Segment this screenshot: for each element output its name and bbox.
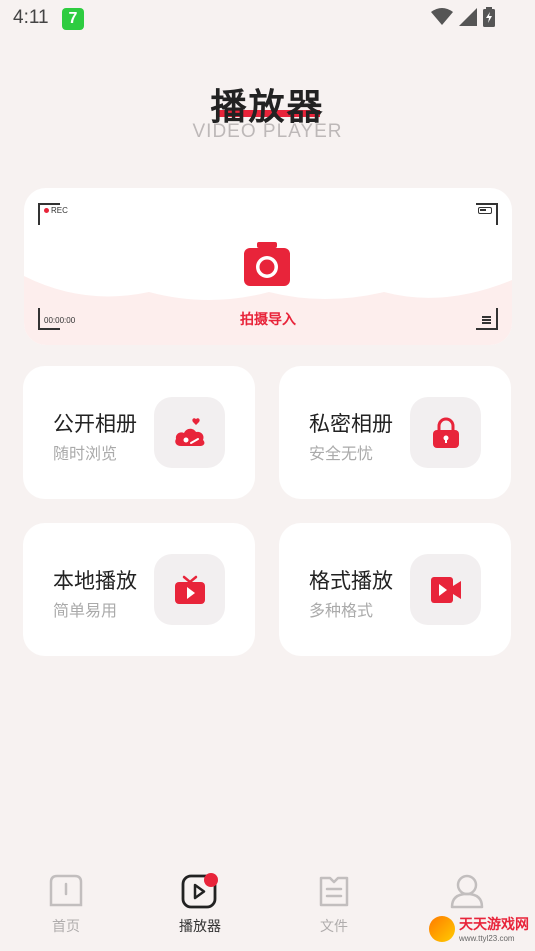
- feature-icon-box: [154, 397, 225, 468]
- watermark-logo-icon: [429, 915, 455, 942]
- watermark: 天天游戏网 www.ttyl23.com: [429, 914, 529, 943]
- feature-card-local-play[interactable]: 本地播放 简单易用: [23, 523, 255, 656]
- rec-dot-icon: [44, 208, 49, 213]
- feature-icon-box: [410, 554, 481, 625]
- player-icon: [181, 873, 218, 909]
- feature-icon-box: [410, 397, 481, 468]
- feature-card-public-album[interactable]: 公开相册 随时浏览: [23, 366, 255, 499]
- feature-subtitle: 安全无忧: [309, 444, 374, 463]
- wifi-icon: [431, 8, 453, 25]
- cloud-heart-icon: [174, 417, 204, 446]
- feature-title: 私密相册: [309, 412, 393, 436]
- notification-app-icon: 7: [62, 8, 84, 30]
- status-bar: 4:11 7: [0, 0, 535, 36]
- nav-item-profile[interactable]: [422, 872, 512, 916]
- feature-title: 格式播放: [309, 569, 393, 593]
- home-icon: [49, 874, 83, 907]
- watermark-url: www.ttyl23.com: [459, 934, 515, 943]
- video-camera-icon: [430, 576, 461, 603]
- nav-item-player[interactable]: 播放器: [155, 872, 245, 936]
- nav-label: 首页: [52, 919, 80, 935]
- rec-label: REC: [51, 206, 68, 215]
- feature-icon-box: [154, 554, 225, 625]
- capture-import-label[interactable]: 拍摄导入: [24, 309, 512, 329]
- rec-indicator: REC: [44, 206, 68, 215]
- feature-subtitle: 简单易用: [53, 601, 118, 620]
- status-time: 4:11: [13, 7, 49, 28]
- file-icon: [319, 876, 349, 907]
- signal-icon: [459, 8, 477, 26]
- watermark-name: 天天游戏网: [459, 917, 529, 933]
- feature-subtitle: 多种格式: [309, 601, 374, 620]
- viewfinder-battery-icon: [478, 207, 492, 214]
- watermark-text: 天天游戏网 www.ttyl23.com: [459, 914, 529, 943]
- status-indicators: [431, 7, 495, 27]
- nav-label: 播放器: [179, 919, 221, 935]
- feature-card-format-play[interactable]: 格式播放 多种格式: [279, 523, 511, 656]
- nav-label: 文件: [320, 919, 348, 935]
- feature-subtitle: 随时浏览: [53, 444, 118, 463]
- nav-item-file[interactable]: 文件: [289, 872, 379, 936]
- lock-icon: [432, 417, 459, 448]
- tv-play-icon: [174, 575, 205, 604]
- camera-icon[interactable]: [242, 240, 292, 288]
- nav-item-home[interactable]: 首页: [21, 872, 111, 936]
- profile-icon: [450, 874, 484, 909]
- feature-card-private-album[interactable]: 私密相册 安全无忧: [279, 366, 511, 499]
- feature-title: 本地播放: [53, 569, 137, 593]
- battery-icon: [483, 7, 495, 27]
- feature-title: 公开相册: [53, 412, 137, 436]
- capture-import-card[interactable]: REC 00:00:00 拍摄导入: [24, 188, 512, 345]
- page-subtitle: VIDEO PLAYER: [192, 121, 343, 142]
